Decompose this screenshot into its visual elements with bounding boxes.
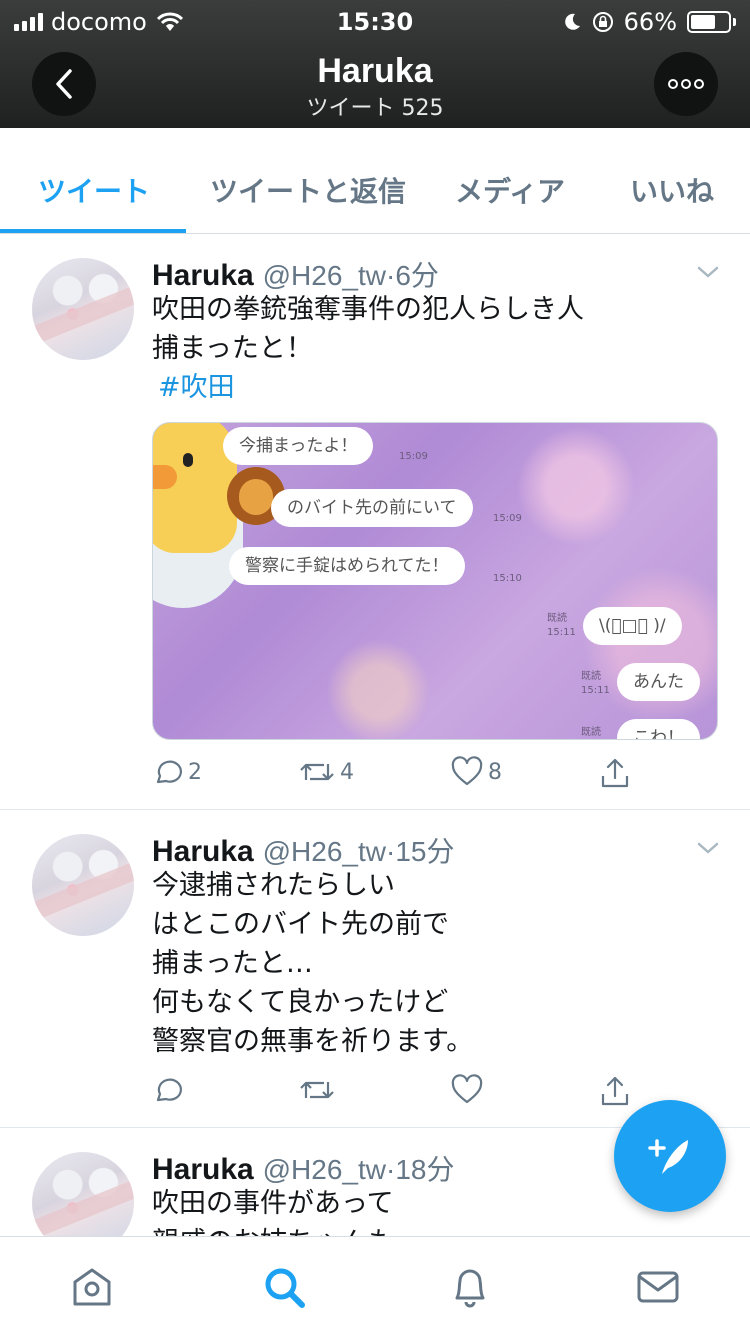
- tab-media[interactable]: メディア: [455, 170, 565, 210]
- profile-tabs: ツイート ツイートと返信 メディア いいね: [0, 128, 750, 234]
- tab-tweets-replies[interactable]: ツイートと返信: [210, 170, 406, 210]
- share-button[interactable]: [598, 756, 632, 790]
- reply-button[interactable]: [152, 1074, 184, 1106]
- mail-icon[interactable]: [636, 1265, 680, 1309]
- heart-icon: [451, 756, 483, 786]
- active-tab-indicator: [0, 229, 186, 233]
- chat-bubble: 警察に手錠はめられてた！: [229, 547, 465, 585]
- more-dots-icon: [668, 79, 704, 89]
- chat-bubble: 今捕まったよ！: [223, 427, 374, 465]
- chat-time: 15:10: [493, 573, 522, 584]
- status-bar: docomo 15:30 66%: [0, 0, 750, 40]
- retweet-icon: [300, 1081, 334, 1099]
- chat-bubble: のバイト先の前にいて: [271, 489, 473, 527]
- avatar[interactable]: [32, 258, 134, 360]
- chat-time: 15:11: [581, 685, 610, 696]
- share-icon: [601, 1076, 629, 1106]
- tweet-count: ツイート 525: [306, 96, 444, 121]
- chat-bubble: こわ！: [617, 719, 700, 739]
- tweet-media-image[interactable]: 今捕まったよ！ 15:09 のバイト先の前にいて 15:09 警察に手錠はめられ…: [152, 422, 718, 740]
- tweet-handle: @H26_tw: [262, 1154, 386, 1185]
- retweet-icon: [300, 763, 334, 781]
- tweet-actions: 2 4 8: [152, 756, 642, 796]
- reply-count: 2: [188, 759, 202, 785]
- bell-icon[interactable]: [448, 1265, 492, 1309]
- battery-icon: [687, 11, 736, 33]
- tweet-time: 6分: [395, 260, 439, 291]
- chevron-down-icon[interactable]: [696, 836, 720, 860]
- compose-feather-icon: [648, 1139, 688, 1174]
- chat-read: 既読: [581, 671, 601, 682]
- home-icon[interactable]: [70, 1265, 114, 1309]
- tweet-author-name[interactable]: Haruka: [152, 1153, 254, 1186]
- tweet-text: 今逮捕されたらしい はとこのバイト先の前で 捕まったと… 何もなくて良かったけど…: [152, 870, 474, 1057]
- chat-time: 15:09: [493, 513, 522, 524]
- profile-name-title: Haruka: [317, 52, 433, 90]
- chat-read: 既読: [581, 727, 601, 738]
- share-icon: [601, 758, 629, 788]
- tweet-time: 18分: [395, 1154, 455, 1185]
- tweet-handle: @H26_tw: [262, 260, 386, 291]
- more-button[interactable]: [654, 52, 718, 116]
- tab-likes[interactable]: いいね: [630, 170, 714, 210]
- battery-percent: 66%: [623, 8, 677, 36]
- tweet-author-name[interactable]: Haruka: [152, 835, 254, 868]
- moon-icon: [564, 13, 580, 30]
- reply-icon: [156, 1078, 182, 1102]
- hashtag-link[interactable]: #吹田: [158, 368, 584, 407]
- orientation-lock-icon: [592, 12, 613, 32]
- like-count: 8: [488, 759, 502, 785]
- tab-tweets[interactable]: ツイート: [38, 170, 150, 210]
- tweet-author-name[interactable]: Haruka: [152, 259, 254, 292]
- retweet-button[interactable]: 4: [298, 756, 354, 788]
- bottom-tab-bar: [0, 1236, 750, 1334]
- profile-header: docomo 15:30 66% Haruka ツイート 525: [0, 0, 750, 128]
- avatar[interactable]: [32, 1152, 134, 1236]
- tweet-item[interactable]: Haruka @H26_tw·15分 今逮捕されたらしい はとこのバイト先の前で…: [0, 810, 750, 1128]
- search-icon[interactable]: [262, 1265, 306, 1309]
- reply-button[interactable]: 2: [152, 756, 202, 788]
- chat-time: 15:09: [399, 451, 428, 462]
- tweet-text: 吹田の事件があって 親戚のお姉ちゃんも: [152, 1188, 395, 1236]
- chat-bubble: あんた: [617, 663, 700, 701]
- avatar[interactable]: [32, 834, 134, 936]
- retweet-button[interactable]: [298, 1074, 336, 1106]
- retweet-count: 4: [340, 759, 354, 785]
- chat-time: 15:11: [547, 627, 576, 638]
- tweet-actions: [152, 1074, 642, 1114]
- tweet-handle: @H26_tw: [262, 836, 386, 867]
- like-button[interactable]: [450, 1074, 484, 1106]
- tweet-time: 15分: [395, 836, 455, 867]
- reply-icon: [156, 760, 182, 784]
- tweet-text: 吹田の拳銃強奪事件の犯人らしき人 捕まったと！ #吹田: [152, 290, 584, 407]
- chat-bubble: \(ﾟ□ﾟ )/: [583, 607, 682, 645]
- chevron-down-icon[interactable]: [696, 260, 720, 284]
- compose-tweet-button[interactable]: [614, 1100, 726, 1212]
- chat-read: 既読: [547, 613, 567, 624]
- share-button[interactable]: [598, 1074, 632, 1108]
- like-button[interactable]: 8: [450, 756, 502, 788]
- heart-icon: [451, 1074, 483, 1104]
